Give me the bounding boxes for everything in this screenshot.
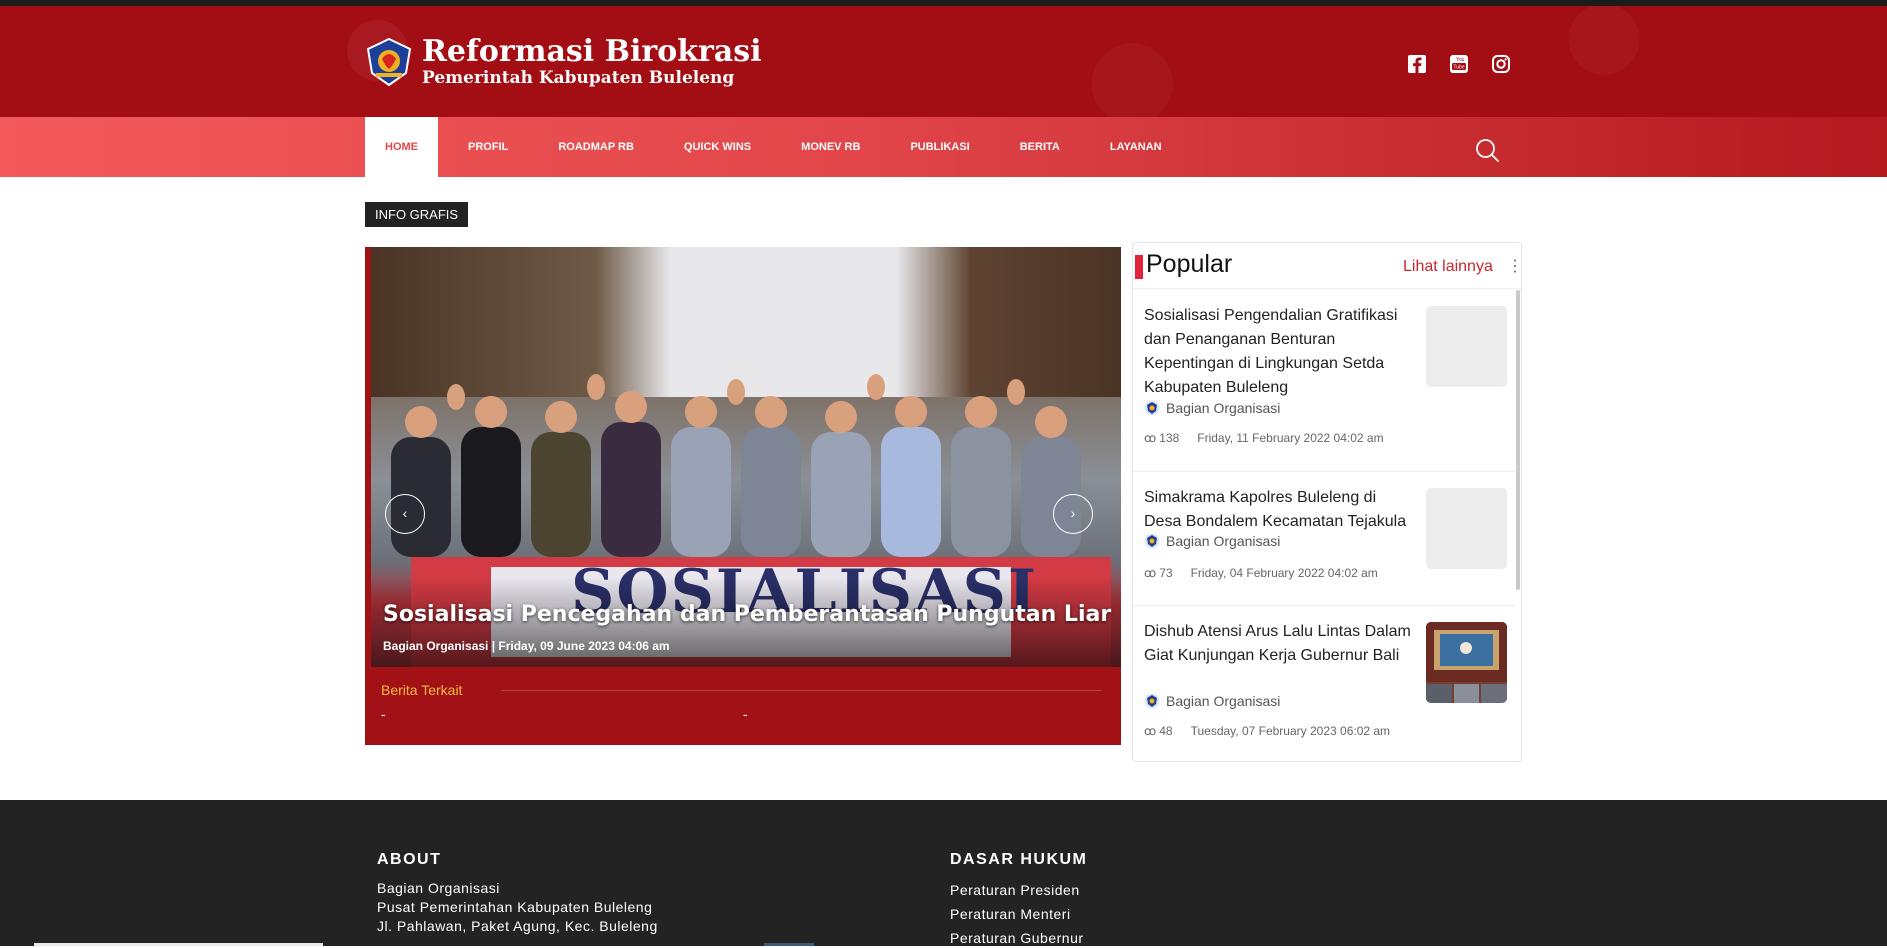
popular-header: Popular Lihat lainnya ⋮ bbox=[1133, 243, 1523, 289]
search-icon[interactable] bbox=[1474, 137, 1500, 163]
author-emblem-icon bbox=[1144, 693, 1160, 709]
author-emblem-icon bbox=[1144, 533, 1160, 549]
popular-panel: Popular Lihat lainnya ⋮ Sosialisasi Peng… bbox=[1132, 242, 1523, 762]
popular-item-author: Bagian Organisasi bbox=[1144, 693, 1280, 709]
author-emblem-icon bbox=[1144, 400, 1160, 416]
popular-item-date: Friday, 04 February 2022 04:02 am bbox=[1190, 566, 1378, 580]
popular-item-thumbnail[interactable] bbox=[1426, 622, 1507, 703]
popular-item-stats: ꝏ 73 Friday, 04 February 2022 04:02 am bbox=[1144, 566, 1378, 580]
popular-item[interactable]: Simakrama Kapolres Buleleng di Desa Bond… bbox=[1133, 472, 1515, 606]
slider-next-button[interactable]: › bbox=[1053, 494, 1093, 534]
nav-item-layanan[interactable]: LAYANAN bbox=[1090, 117, 1182, 177]
site-logo[interactable]: Reformasi Birokrasi Pemerintah Kabupaten… bbox=[364, 36, 762, 88]
related-news: Berita Terkait - - bbox=[381, 682, 1106, 722]
slide-photo-people bbox=[391, 374, 1081, 557]
site-header: Reformasi Birokrasi Pemerintah Kabupaten… bbox=[0, 6, 1887, 117]
popular-item-title[interactable]: Simakrama Kapolres Buleleng di Desa Bond… bbox=[1144, 486, 1414, 534]
site-footer: ABOUT Bagian Organisasi Pusat Pemerintah… bbox=[0, 800, 1887, 946]
slide-image[interactable]: SOSIALISASI Sosialisasi Pencegahan dan P… bbox=[371, 247, 1121, 667]
thumbnail-photo bbox=[1426, 622, 1507, 703]
see-more-link[interactable]: Lihat lainnya bbox=[1403, 258, 1493, 276]
svg-text:You: You bbox=[1456, 57, 1465, 63]
nav-item-monev-rb[interactable]: MONEV RB bbox=[781, 117, 880, 177]
related-news-item[interactable]: - bbox=[743, 706, 1105, 722]
site-subtitle: Pemerintah Kabupaten Buleleng bbox=[422, 68, 735, 88]
views-icon: ꝏ bbox=[1144, 431, 1157, 445]
footer-about-heading: ABOUT bbox=[377, 851, 442, 868]
popular-scrollbar[interactable] bbox=[1516, 290, 1520, 590]
nav-item-quick-wins[interactable]: QUICK WINS bbox=[664, 117, 771, 177]
nav-item-publikasi[interactable]: PUBLIKASI bbox=[890, 117, 989, 177]
slider-prev-button[interactable]: ‹ bbox=[385, 494, 425, 534]
footer-about-line: Bagian Organisasi bbox=[377, 880, 500, 896]
views-icon: ꝏ bbox=[1144, 724, 1157, 738]
popular-item-title[interactable]: Dishub Atensi Arus Lalu Lintas Dalam Gia… bbox=[1144, 620, 1414, 668]
popular-item-title[interactable]: Sosialisasi Pengendalian Gratifikasi dan… bbox=[1144, 304, 1414, 400]
popular-item[interactable]: Dishub Atensi Arus Lalu Lintas Dalam Gia… bbox=[1133, 606, 1515, 762]
footer-legal-link[interactable]: Peraturan Gubernur bbox=[950, 929, 1084, 948]
footer-legal-link[interactable]: Peraturan Menteri bbox=[950, 905, 1071, 924]
popular-item[interactable]: Sosialisasi Pengendalian Gratifikasi dan… bbox=[1133, 290, 1515, 472]
nav-item-profil[interactable]: PROFIL bbox=[448, 117, 528, 177]
popular-item-author: Bagian Organisasi bbox=[1144, 533, 1280, 549]
popular-item-stats: ꝏ 48 Tuesday, 07 February 2023 06:02 am bbox=[1144, 724, 1391, 738]
site-title: Reformasi Birokrasi bbox=[422, 34, 762, 69]
nav-item-roadmap-rb[interactable]: ROADMAP RB bbox=[538, 117, 654, 177]
buleleng-emblem-icon bbox=[366, 37, 412, 87]
views-icon: ꝏ bbox=[1144, 566, 1157, 580]
more-options-icon[interactable]: ⋮ bbox=[1507, 256, 1523, 276]
instagram-icon[interactable] bbox=[1490, 53, 1512, 75]
slide-title[interactable]: Sosialisasi Pencegahan dan Pemberantasan… bbox=[383, 602, 1111, 627]
youtube-icon[interactable]: Tube You bbox=[1448, 53, 1470, 75]
popular-item-stats: ꝏ 138 Friday, 11 February 2022 04:02 am bbox=[1144, 431, 1384, 445]
slide-meta: Bagian Organisasi | Friday, 09 June 2023… bbox=[383, 639, 670, 653]
popular-item-author: Bagian Organisasi bbox=[1144, 400, 1280, 416]
main-navigation: HOME PROFIL ROADMAP RB QUICK WINS MONEV … bbox=[0, 117, 1887, 177]
news-slider: SOSIALISASI Sosialisasi Pencegahan dan P… bbox=[365, 247, 1121, 745]
svg-text:Tube: Tube bbox=[1453, 65, 1464, 71]
footer-about-line: Jl. Pahlawan, Paket Agung, Kec. Buleleng bbox=[377, 918, 658, 934]
nav-item-berita[interactable]: BERITA bbox=[1000, 117, 1080, 177]
footer-legal-link[interactable]: Peraturan Presiden bbox=[950, 881, 1080, 900]
related-news-item[interactable]: - bbox=[381, 706, 743, 722]
popular-title: Popular bbox=[1146, 250, 1233, 278]
footer-legal-heading: DASAR HUKUM bbox=[950, 851, 1088, 868]
footer-about-line: Pusat Pemerintahan Kabupaten Buleleng bbox=[377, 899, 653, 915]
popular-item-date: Friday, 11 February 2022 04:02 am bbox=[1197, 431, 1384, 445]
social-links: Tube You bbox=[1406, 53, 1512, 75]
facebook-icon[interactable] bbox=[1406, 53, 1428, 75]
section-badge: INFO GRAFIS bbox=[365, 202, 469, 227]
popular-item-thumbnail[interactable] bbox=[1426, 488, 1507, 569]
nav-item-home[interactable]: HOME bbox=[365, 117, 438, 177]
popular-item-thumbnail[interactable] bbox=[1426, 306, 1507, 387]
popular-item-date: Tuesday, 07 February 2023 06:02 am bbox=[1190, 724, 1391, 738]
